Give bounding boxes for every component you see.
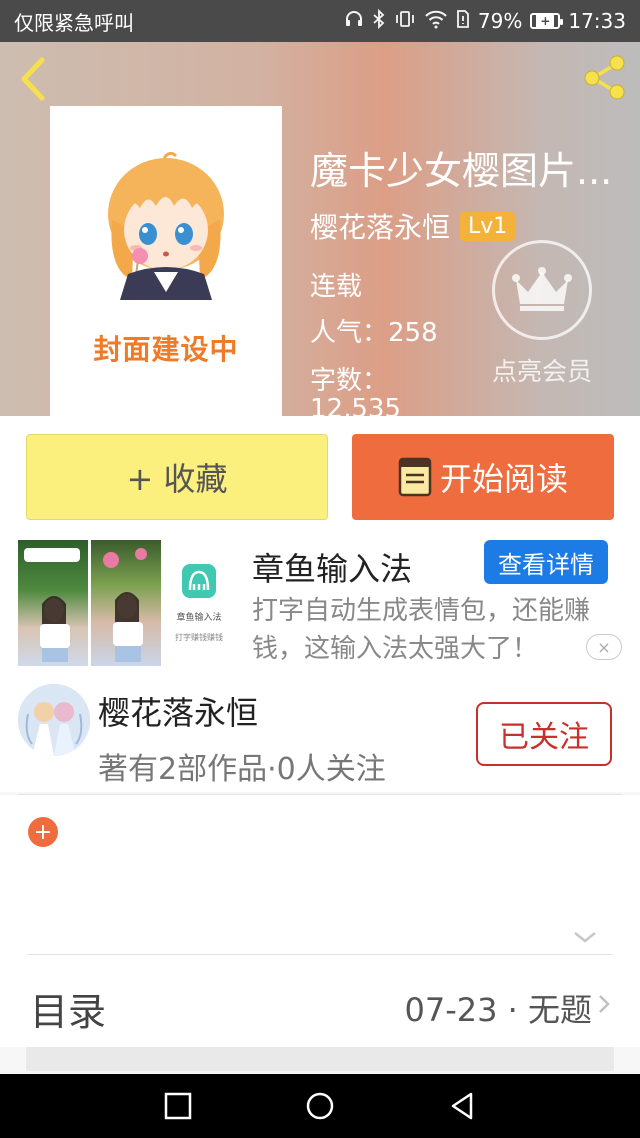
cover-placeholder-text: 封面建设中 <box>93 333 239 366</box>
ad-thumb-3-sub: 打字赚钱赚钱 <box>175 633 223 642</box>
vip-button[interactable]: 点亮会员 <box>486 240 598 388</box>
chevron-down-icon <box>574 932 596 943</box>
book-title: 魔卡少女樱图片... <box>310 149 613 193</box>
book-header: 封面建设中 魔卡少女樱图片... 樱花落永恒 Lv1 连载 人气：258 字数：… <box>0 42 640 416</box>
ad-thumb-3: 章鱼输入法 打字赚钱赚钱 <box>164 540 234 666</box>
author-card-stats: 著有2部作品·0人关注 <box>98 752 386 787</box>
content-placeholder <box>26 1047 614 1071</box>
ad-detail-button[interactable]: 查看详情 <box>484 540 608 584</box>
share-icon <box>584 55 625 100</box>
vip-label: 点亮会员 <box>491 357 592 386</box>
add-tag-button[interactable]: + <box>28 817 58 847</box>
latest-chapter: 07-23 · 无题 <box>404 991 592 1029</box>
sim-icon <box>456 9 470 34</box>
back-nav-icon[interactable] <box>447 1091 477 1121</box>
ad-photo-2 <box>103 548 147 662</box>
book-cover[interactable]: 封面建设中 <box>50 106 282 416</box>
recents-icon[interactable] <box>163 1091 193 1121</box>
ad-thumb-1 <box>18 540 88 666</box>
home-icon[interactable] <box>305 1091 335 1121</box>
battery-charging-glyph: + <box>536 15 555 27</box>
popularity-value: 258 <box>388 318 438 348</box>
follow-button[interactable]: 已关注 <box>476 702 612 766</box>
start-reading-button[interactable]: 开始阅读 <box>352 434 614 520</box>
carrier-text: 仅限紧急呼叫 <box>14 10 134 35</box>
ad-photo-1 <box>24 548 80 662</box>
ad-thumb-2 <box>91 540 161 666</box>
ad-banner[interactable]: 章鱼输入法 打字赚钱赚钱 章鱼输入法 查看详情 打字自动生成表情包，还能赚钱，这… <box>0 532 640 672</box>
vibrate-icon <box>394 9 416 34</box>
ad-description: 打字自动生成表情包，还能赚钱，这输入法太强大了！ <box>252 596 591 664</box>
collect-button[interactable]: + 收藏 <box>26 434 328 520</box>
ad-thumb-3-caption: 章鱼输入法 <box>176 613 222 623</box>
level-badge: Lv1 <box>460 211 516 241</box>
octopus-app-icon <box>182 564 216 598</box>
battery-icon: + <box>530 13 564 29</box>
author-card[interactable]: 樱花落永恒 著有2部作品·0人关注 已关注 <box>0 672 640 792</box>
tags-section: + <box>0 795 640 955</box>
popularity-label: 人气： <box>310 318 389 348</box>
system-nav-bar <box>0 1074 640 1138</box>
chevron-left-icon <box>21 57 45 101</box>
word-count-label: 字数： <box>310 366 389 396</box>
status-bar: 仅限紧急呼叫 79% + 17:33 <box>0 0 640 42</box>
clock: 17:33 <box>568 9 626 33</box>
bluetooth-icon <box>372 8 386 34</box>
word-count-value: 12,535 <box>310 394 401 416</box>
crown-icon <box>512 267 572 311</box>
catalog-row[interactable]: 目录 07-23 · 无题 <box>0 955 640 1047</box>
avatar-image <box>18 684 90 756</box>
status-icons: 79% + 17:33 <box>344 8 626 34</box>
back-button[interactable] <box>14 54 54 104</box>
expand-button[interactable] <box>572 929 598 945</box>
action-bar: + 收藏 开始阅读 <box>0 416 640 532</box>
author-card-name[interactable]: 樱花落永恒 <box>98 688 258 734</box>
popularity: 人气：258 <box>310 312 438 349</box>
wifi-icon <box>424 9 448 34</box>
catalog-label: 目录 <box>30 990 107 1034</box>
battery-percent: 79% <box>477 9 523 33</box>
cover-illustration <box>108 151 224 300</box>
author-row: 樱花落永恒 Lv1 <box>310 206 516 246</box>
share-button[interactable] <box>580 52 630 102</box>
chevron-right-icon <box>599 995 610 1013</box>
book-icon <box>398 457 432 497</box>
avatar[interactable] <box>18 684 90 756</box>
ad-title: 章鱼输入法 <box>252 550 413 588</box>
serial-status: 连载 <box>310 272 363 302</box>
start-reading-label: 开始阅读 <box>439 460 568 498</box>
headphones-icon <box>344 9 364 34</box>
ad-close-button[interactable]: × <box>586 634 622 660</box>
author-name[interactable]: 樱花落永恒 <box>310 206 450 246</box>
vip-circle <box>492 240 592 340</box>
